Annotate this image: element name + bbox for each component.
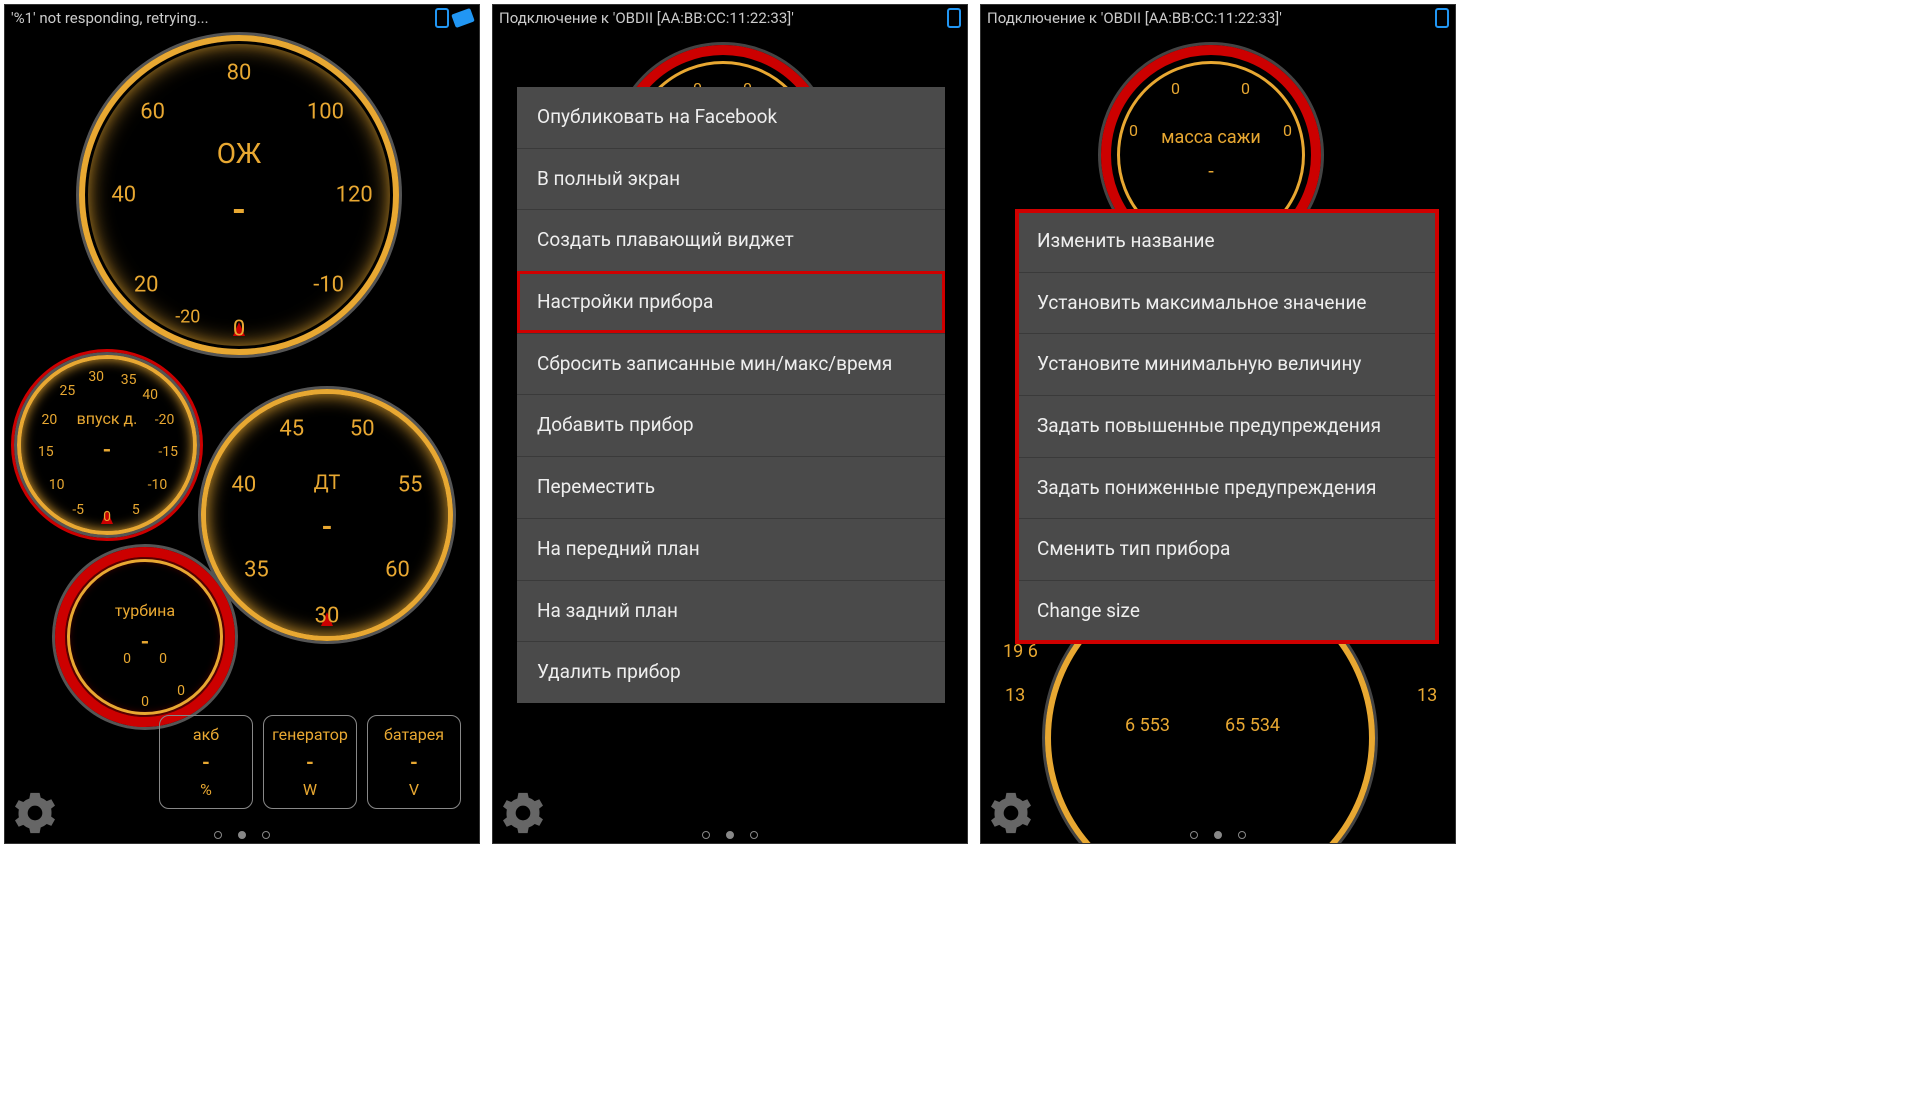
status-text: Подключение к 'OBDII [AA:BB:CC:11:22:33]… <box>499 9 947 27</box>
dot-icon <box>238 831 246 839</box>
gauge-intake[interactable]: впуск д. - 0 -5 5 10 15 -10 20 -15 25 -2… <box>17 355 197 535</box>
gauge-value: - <box>232 189 246 231</box>
menu-item-delete-device[interactable]: Удалить прибор <box>517 641 945 703</box>
dashboard-content: масса сажи - 0 0 0 0 26 26 19 6 13 13 6 … <box>981 31 1455 843</box>
phone-screen-3: Подключение к 'OBDII [AA:BB:CC:11:22:33]… <box>980 4 1456 844</box>
gauge-dt[interactable]: ДТ - 30 35 40 45 50 55 60 <box>201 389 453 641</box>
tile-battery-v[interactable]: батарея - V <box>367 715 461 809</box>
status-text: Подключение к 'OBDII [AA:BB:CC:11:22:33]… <box>987 9 1435 27</box>
dot-icon <box>750 831 758 839</box>
menu-item-move[interactable]: Переместить <box>517 456 945 518</box>
bottom-tiles: акб - % генератор - W батарея - V <box>159 715 461 809</box>
gear-icon <box>501 791 545 835</box>
menu-item-set-max[interactable]: Установить максимальное значение <box>1017 272 1437 334</box>
menu-item-add-device[interactable]: Добавить прибор <box>517 394 945 456</box>
page-indicator <box>214 831 270 839</box>
page-indicator <box>1190 831 1246 839</box>
gear-icon <box>13 791 57 835</box>
menu-item-fullscreen[interactable]: В полный экран <box>517 148 945 210</box>
menu-item-set-high-warn[interactable]: Задать повышенные предупреждения <box>1017 395 1437 457</box>
tile-battery-pct[interactable]: акб - % <box>159 715 253 809</box>
dot-icon <box>262 831 270 839</box>
gear-icon <box>989 791 1033 835</box>
dashboard-content: 0 0 Опубликовать на Facebook В полный эк… <box>493 31 967 843</box>
gauge-value: - <box>321 510 332 543</box>
dot-icon <box>214 831 222 839</box>
status-text: '%1' not responding, retrying... <box>11 9 435 27</box>
gauge-label: впуск д. <box>77 409 138 428</box>
device-settings-menu: Изменить название Установить максимально… <box>1017 211 1437 642</box>
settings-button[interactable] <box>13 791 57 835</box>
menu-item-set-min[interactable]: Установите минимальную величину <box>1017 333 1437 395</box>
menu-item-to-back[interactable]: На задний план <box>517 580 945 642</box>
status-icons <box>435 8 473 28</box>
dot-icon <box>1238 831 1246 839</box>
gauge-label: ОЖ <box>217 137 261 170</box>
phone-icon <box>435 8 449 28</box>
tile-generator[interactable]: генератор - W <box>263 715 357 809</box>
gauge-label: ДТ <box>314 470 341 494</box>
menu-item-change-name[interactable]: Изменить название <box>1017 211 1437 272</box>
dot-icon <box>1214 831 1222 839</box>
status-bar: Подключение к 'OBDII [AA:BB:CC:11:22:33]… <box>493 5 967 31</box>
menu-item-device-settings[interactable]: Настройки прибора <box>517 271 945 333</box>
gauge-value: - <box>141 630 150 655</box>
menu-item-to-front[interactable]: На передний план <box>517 518 945 580</box>
eraser-icon <box>451 8 475 28</box>
dot-icon <box>1190 831 1198 839</box>
context-menu: Опубликовать на Facebook В полный экран … <box>517 87 945 703</box>
dot-icon <box>726 831 734 839</box>
menu-item-facebook[interactable]: Опубликовать на Facebook <box>517 87 945 148</box>
gauge-turbo[interactable]: турбина - 0 0 0 0 <box>55 547 235 727</box>
phone-icon <box>947 8 961 28</box>
gauge-coolant[interactable]: ОЖ - 0 20 40 60 80 100 120 -10 -20 <box>79 35 399 355</box>
status-icons <box>1435 8 1449 28</box>
dashboard-content[interactable]: ОЖ - 0 20 40 60 80 100 120 -10 -20 впуск… <box>5 31 479 843</box>
phone-icon <box>1435 8 1449 28</box>
settings-button[interactable] <box>501 791 545 835</box>
phone-screen-1: '%1' not responding, retrying... ОЖ - 0 … <box>4 4 480 844</box>
settings-button[interactable] <box>989 791 1033 835</box>
status-bar: '%1' not responding, retrying... <box>5 5 479 31</box>
page-indicator <box>702 831 758 839</box>
status-bar: Подключение к 'OBDII [AA:BB:CC:11:22:33]… <box>981 5 1455 31</box>
menu-item-reset-minmax[interactable]: Сбросить записанные мин/макс/время <box>517 333 945 395</box>
menu-item-change-type[interactable]: Сменить тип прибора <box>1017 518 1437 580</box>
gauge-label: турбина <box>115 601 175 620</box>
dot-icon <box>702 831 710 839</box>
gauge-value: - <box>103 438 112 463</box>
menu-item-change-size[interactable]: Change size <box>1017 580 1437 642</box>
menu-item-set-low-warn[interactable]: Задать пониженные предупреждения <box>1017 457 1437 519</box>
menu-item-floating-widget[interactable]: Создать плавающий виджет <box>517 209 945 271</box>
phone-screen-2: Подключение к 'OBDII [AA:BB:CC:11:22:33]… <box>492 4 968 844</box>
status-icons <box>947 8 961 28</box>
